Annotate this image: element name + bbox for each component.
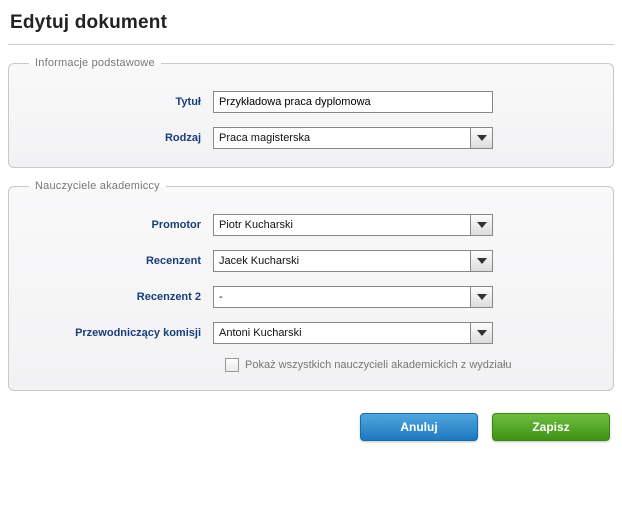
chairman-select-value: Antoni Kucharski (214, 323, 470, 343)
chevron-down-icon (470, 128, 492, 148)
row-reviewer2: Recenzent 2 - (25, 286, 597, 308)
type-field-wrap: Praca magisterska (213, 127, 597, 149)
row-chairman: Przewodniczący komisji Antoni Kucharski (25, 322, 597, 344)
reviewer2-select-value: - (214, 287, 470, 307)
reviewer2-select[interactable]: - (213, 286, 493, 308)
save-button[interactable]: Zapisz (492, 413, 610, 441)
row-reviewer: Recenzent Jacek Kucharski (25, 250, 597, 272)
row-title: Tytuł (25, 91, 597, 113)
reviewer2-label: Recenzent 2 (25, 291, 213, 303)
promoter-select[interactable]: Piotr Kucharski (213, 214, 493, 236)
cancel-button[interactable]: Anuluj (360, 413, 478, 441)
reviewer-field-wrap: Jacek Kucharski (213, 250, 597, 272)
chairman-field-wrap: Antoni Kucharski (213, 322, 597, 344)
actions-bar: Anuluj Zapisz (8, 403, 614, 447)
chevron-down-icon (470, 215, 492, 235)
basic-info-panel: Informacje podstawowe Tytuł Rodzaj Praca… (8, 57, 614, 168)
type-select[interactable]: Praca magisterska (213, 127, 493, 149)
teachers-panel: Nauczyciele akademiccy Promotor Piotr Ku… (8, 180, 614, 391)
type-label: Rodzaj (25, 132, 213, 144)
reviewer-select-value: Jacek Kucharski (214, 251, 470, 271)
title-input[interactable] (213, 91, 493, 113)
page-title: Edytuj dokument (10, 12, 614, 34)
promoter-select-value: Piotr Kucharski (214, 215, 470, 235)
promoter-label: Promotor (25, 219, 213, 231)
show-all-checkbox[interactable] (225, 358, 239, 372)
reviewer-label: Recenzent (25, 255, 213, 267)
chevron-down-icon (470, 287, 492, 307)
show-all-row: Pokaż wszystkich nauczycieli akademickic… (225, 358, 597, 372)
promoter-field-wrap: Piotr Kucharski (213, 214, 597, 236)
row-promoter: Promotor Piotr Kucharski (25, 214, 597, 236)
chairman-select[interactable]: Antoni Kucharski (213, 322, 493, 344)
save-button-label: Zapisz (532, 420, 569, 434)
type-select-value: Praca magisterska (214, 128, 470, 148)
show-all-label: Pokaż wszystkich nauczycieli akademickic… (245, 359, 512, 371)
cancel-button-label: Anuluj (400, 420, 437, 434)
row-type: Rodzaj Praca magisterska (25, 127, 597, 149)
basic-info-legend: Informacje podstawowe (29, 57, 161, 69)
title-field-wrap (213, 91, 597, 113)
chevron-down-icon (470, 323, 492, 343)
title-divider (8, 44, 614, 45)
title-label: Tytuł (25, 96, 213, 108)
reviewer-select[interactable]: Jacek Kucharski (213, 250, 493, 272)
chairman-label: Przewodniczący komisji (25, 327, 213, 339)
edit-document-form: Edytuj dokument Informacje podstawowe Ty… (8, 12, 614, 447)
teachers-legend: Nauczyciele akademiccy (29, 180, 166, 192)
reviewer2-field-wrap: - (213, 286, 597, 308)
chevron-down-icon (470, 251, 492, 271)
